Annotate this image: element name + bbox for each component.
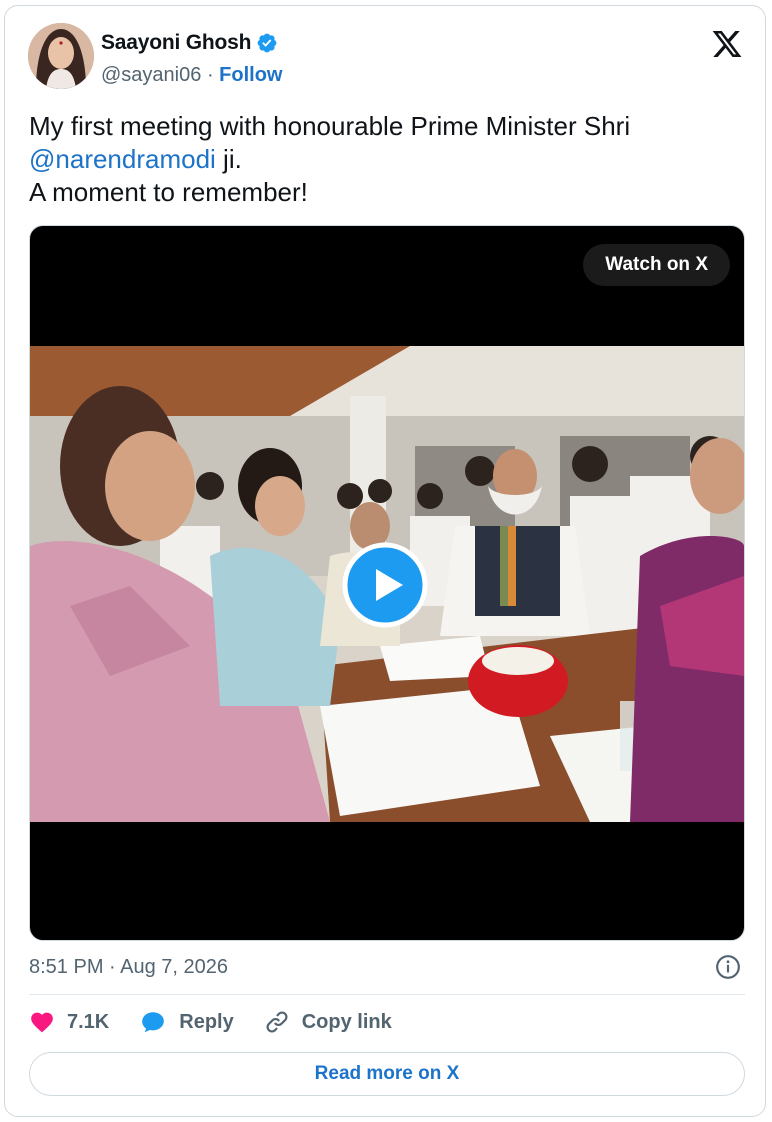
tweet-text-line3: A moment to remember! — [29, 177, 308, 207]
author-handle[interactable]: @sayani06 — [101, 64, 201, 86]
verified-badge-icon — [257, 33, 277, 53]
x-logo-icon[interactable] — [711, 28, 743, 60]
tweet-text-after-mention: ji. — [215, 144, 242, 174]
video-player[interactable]: Watch on X — [29, 225, 745, 941]
copy-link-label: Copy link — [301, 1010, 392, 1033]
avatar-image — [28, 23, 94, 89]
avatar[interactable] — [28, 23, 94, 89]
embedded-tweet-card: Saayoni Ghosh @sayani06 · Follow My firs… — [4, 5, 766, 1117]
tweet-timestamp[interactable]: 8:51 PM · Aug 7, 2026 — [29, 956, 228, 979]
info-icon[interactable] — [715, 954, 741, 980]
read-more-button[interactable]: Read more on X — [29, 1052, 745, 1096]
play-icon[interactable] — [342, 542, 428, 628]
reply-button[interactable]: Reply — [139, 1009, 234, 1035]
divider — [29, 994, 745, 995]
action-bar: 7.1K Reply Copy link — [29, 1009, 422, 1035]
separator-dot: · — [206, 64, 220, 86]
tweet-text-line1: My first meeting with honourable Prime M… — [29, 111, 631, 141]
follow-link[interactable]: Follow — [219, 64, 282, 86]
author-name[interactable]: Saayoni Ghosh — [101, 31, 251, 55]
reply-bubble-icon — [142, 1012, 165, 1033]
reply-label: Reply — [179, 1010, 234, 1033]
author-name-row: Saayoni Ghosh — [101, 31, 278, 55]
watch-on-x-button[interactable]: Watch on X — [583, 244, 730, 286]
link-icon — [266, 1011, 288, 1033]
tweet-text: My first meeting with honourable Prime M… — [29, 110, 729, 209]
copy-link-button[interactable]: Copy link — [264, 1009, 392, 1035]
mention-link[interactable]: @narendramodi — [29, 144, 216, 174]
heart-icon — [31, 1012, 53, 1033]
author-handle-row: @sayani06 · Follow — [101, 64, 282, 87]
like-button[interactable]: 7.1K — [29, 1009, 109, 1035]
like-count: 7.1K — [67, 1010, 110, 1033]
